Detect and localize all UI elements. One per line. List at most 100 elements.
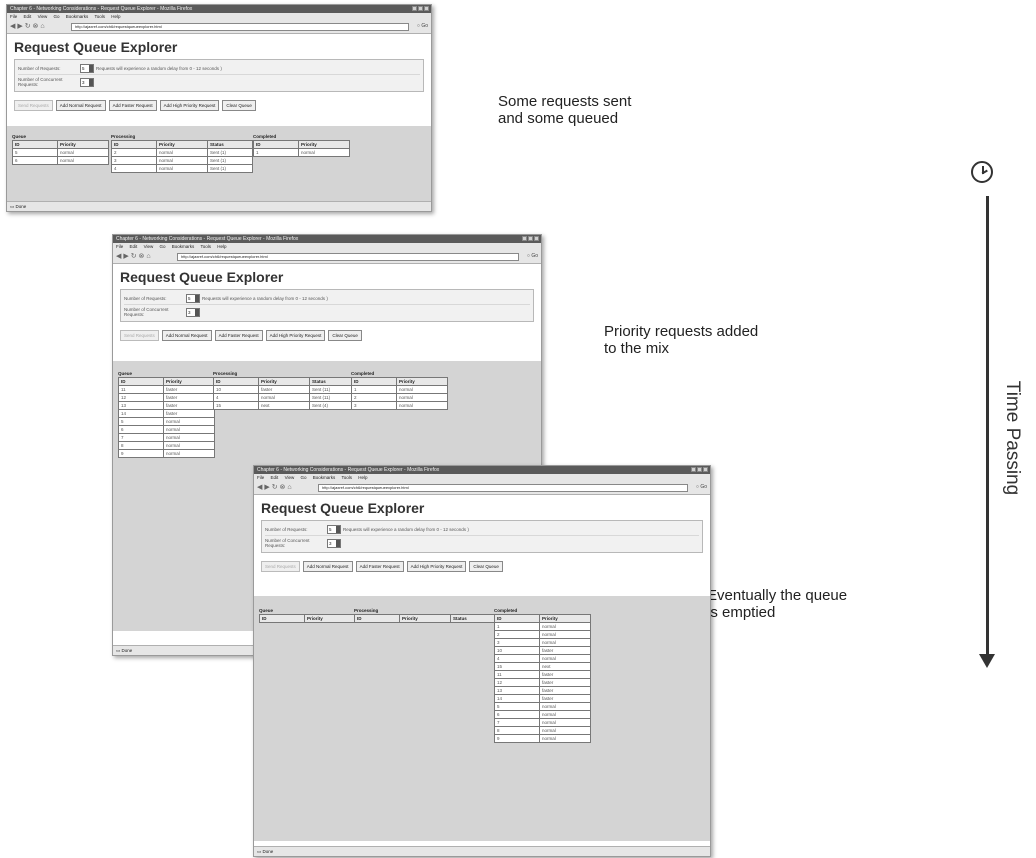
menu-edit[interactable]: Edit [271, 475, 279, 480]
menu-tools[interactable]: Tools [94, 14, 105, 19]
menu-edit[interactable]: Edit [24, 14, 32, 19]
go-button[interactable]: ○ Go [696, 484, 707, 491]
num-requests-select[interactable]: 5 [80, 63, 94, 73]
queue-priority-cell: normal [163, 425, 215, 434]
back-icon[interactable]: ◀ [116, 253, 121, 260]
title-bar: Chapter 6 - Networking Considerations - … [254, 466, 710, 474]
maximize-icon[interactable] [528, 236, 533, 241]
close-icon[interactable] [424, 6, 429, 11]
add-high-priority-request-button[interactable]: Add High Priority Request [265, 330, 326, 341]
back-icon[interactable]: ◀ [257, 484, 262, 491]
maximize-icon[interactable] [697, 467, 702, 472]
processing-id-cell: 10 [213, 385, 259, 394]
stop-icon[interactable]: ⊗ [33, 23, 39, 30]
add-high-priority-request-button[interactable]: Add High Priority Request [159, 100, 220, 111]
num-requests-select[interactable]: 5 [186, 293, 200, 303]
menu-file[interactable]: File [116, 244, 123, 249]
stop-icon[interactable]: ⊗ [139, 253, 145, 260]
menu-help[interactable]: Help [217, 244, 226, 249]
add-faster-request-button[interactable]: Add Faster Request [214, 330, 263, 341]
url-bar[interactable]: http://ajaxref.com/ch6/requestqueueexplo… [177, 253, 519, 261]
reload-icon[interactable]: ↻ [131, 253, 137, 260]
completed-row: 1 normal [494, 622, 591, 631]
reload-icon[interactable]: ↻ [272, 484, 278, 491]
completed-row: 3 normal [351, 401, 448, 410]
menu-bookmarks[interactable]: Bookmarks [66, 14, 89, 19]
completed-priority-cell: normal [539, 638, 591, 647]
concurrent-select[interactable]: 3 [80, 77, 94, 87]
close-icon[interactable] [534, 236, 539, 241]
minimize-icon[interactable] [412, 6, 417, 11]
go-icon: ○ [695, 484, 699, 490]
add-high-priority-request-button[interactable]: Add High Priority Request [406, 561, 467, 572]
go-icon: ○ [526, 253, 530, 259]
home-icon[interactable]: ⌂ [40, 23, 44, 30]
concurrent-select[interactable]: 3 [327, 538, 341, 548]
forward-icon[interactable]: ▶ [264, 484, 269, 491]
url-bar[interactable]: http://ajaxref.com/ch6/requestqueueexplo… [318, 484, 688, 492]
completed-id-cell: 6 [494, 710, 540, 719]
menu-tools[interactable]: Tools [200, 244, 211, 249]
maximize-icon[interactable] [418, 6, 423, 11]
home-icon[interactable]: ⌂ [146, 253, 150, 260]
num-requests-select[interactable]: 5 [327, 524, 341, 534]
stop-icon[interactable]: ⊗ [280, 484, 286, 491]
add-normal-request-button[interactable]: Add Normal Request [55, 100, 106, 111]
concurrent-select[interactable]: 3 [186, 307, 200, 317]
clear-queue-button[interactable]: Clear Queue [469, 561, 503, 572]
menu-go[interactable]: Go [54, 14, 60, 19]
menu-bookmarks[interactable]: Bookmarks [313, 475, 336, 480]
num-requests-row: Number of Requests: 5 Requests will expe… [18, 62, 420, 75]
menu-edit[interactable]: Edit [130, 244, 138, 249]
reload-icon[interactable]: ↻ [25, 23, 31, 30]
go-button[interactable]: ○ Go [417, 23, 428, 30]
add-normal-request-button[interactable]: Add Normal Request [302, 561, 353, 572]
home-icon[interactable]: ⌂ [287, 484, 291, 491]
menu-tools[interactable]: Tools [341, 475, 352, 480]
menu-help[interactable]: Help [111, 14, 120, 19]
forward-icon[interactable]: ▶ [123, 253, 128, 260]
menu-file[interactable]: File [10, 14, 17, 19]
add-normal-request-button[interactable]: Add Normal Request [161, 330, 212, 341]
minimize-icon[interactable] [691, 467, 696, 472]
go-button[interactable]: ○ Go [527, 253, 538, 260]
completed-row: 14 faster [494, 694, 591, 703]
completed-priority-cell: normal [539, 726, 591, 735]
completed-row: 10 faster [494, 646, 591, 655]
send-requests-button[interactable]: Send Requests [120, 330, 159, 341]
completed-id-cell: 3 [351, 401, 397, 410]
queue-row: 14 faster [118, 409, 215, 418]
menu-view[interactable]: View [38, 14, 48, 19]
menu-file[interactable]: File [257, 475, 264, 480]
queue-id-cell: 6 [118, 425, 164, 434]
add-faster-request-button[interactable]: Add Faster Request [355, 561, 404, 572]
send-requests-button[interactable]: Send Requests [14, 100, 53, 111]
minimize-icon[interactable] [522, 236, 527, 241]
queue-row: 8 normal [118, 441, 215, 450]
url-bar[interactable]: http://ajaxref.com/ch6/requestqueueexplo… [71, 23, 409, 31]
close-icon[interactable] [703, 467, 708, 472]
back-icon[interactable]: ◀ [10, 23, 15, 30]
completed-id-cell: 8 [494, 726, 540, 735]
queue-row: 11 faster [118, 385, 215, 394]
queue-section: Queue ID Priority [259, 608, 356, 623]
window-controls [522, 236, 539, 241]
menu-view[interactable]: View [285, 475, 295, 480]
add-faster-request-button[interactable]: Add Faster Request [108, 100, 157, 111]
send-requests-button[interactable]: Send Requests [261, 561, 300, 572]
queue-id-cell: 11 [118, 385, 164, 394]
clear-queue-button[interactable]: Clear Queue [328, 330, 362, 341]
processing-id-cell: 4 [213, 393, 259, 402]
menu-view[interactable]: View [144, 244, 154, 249]
menu-go[interactable]: Go [301, 475, 307, 480]
status-text: Done [262, 849, 274, 854]
clear-queue-button[interactable]: Clear Queue [222, 100, 256, 111]
menu-bookmarks[interactable]: Bookmarks [172, 244, 195, 249]
menu-go[interactable]: Go [160, 244, 166, 249]
menu-bar: File Edit View Go Bookmarks Tools Help [113, 243, 541, 250]
menu-help[interactable]: Help [358, 475, 367, 480]
num-requests-row: Number of Requests: 5 Requests will expe… [124, 292, 530, 305]
queue-area: Queue ID Priority Processing ID Priority… [254, 596, 710, 841]
completed-row: 8 normal [494, 726, 591, 735]
forward-icon[interactable]: ▶ [17, 23, 22, 30]
